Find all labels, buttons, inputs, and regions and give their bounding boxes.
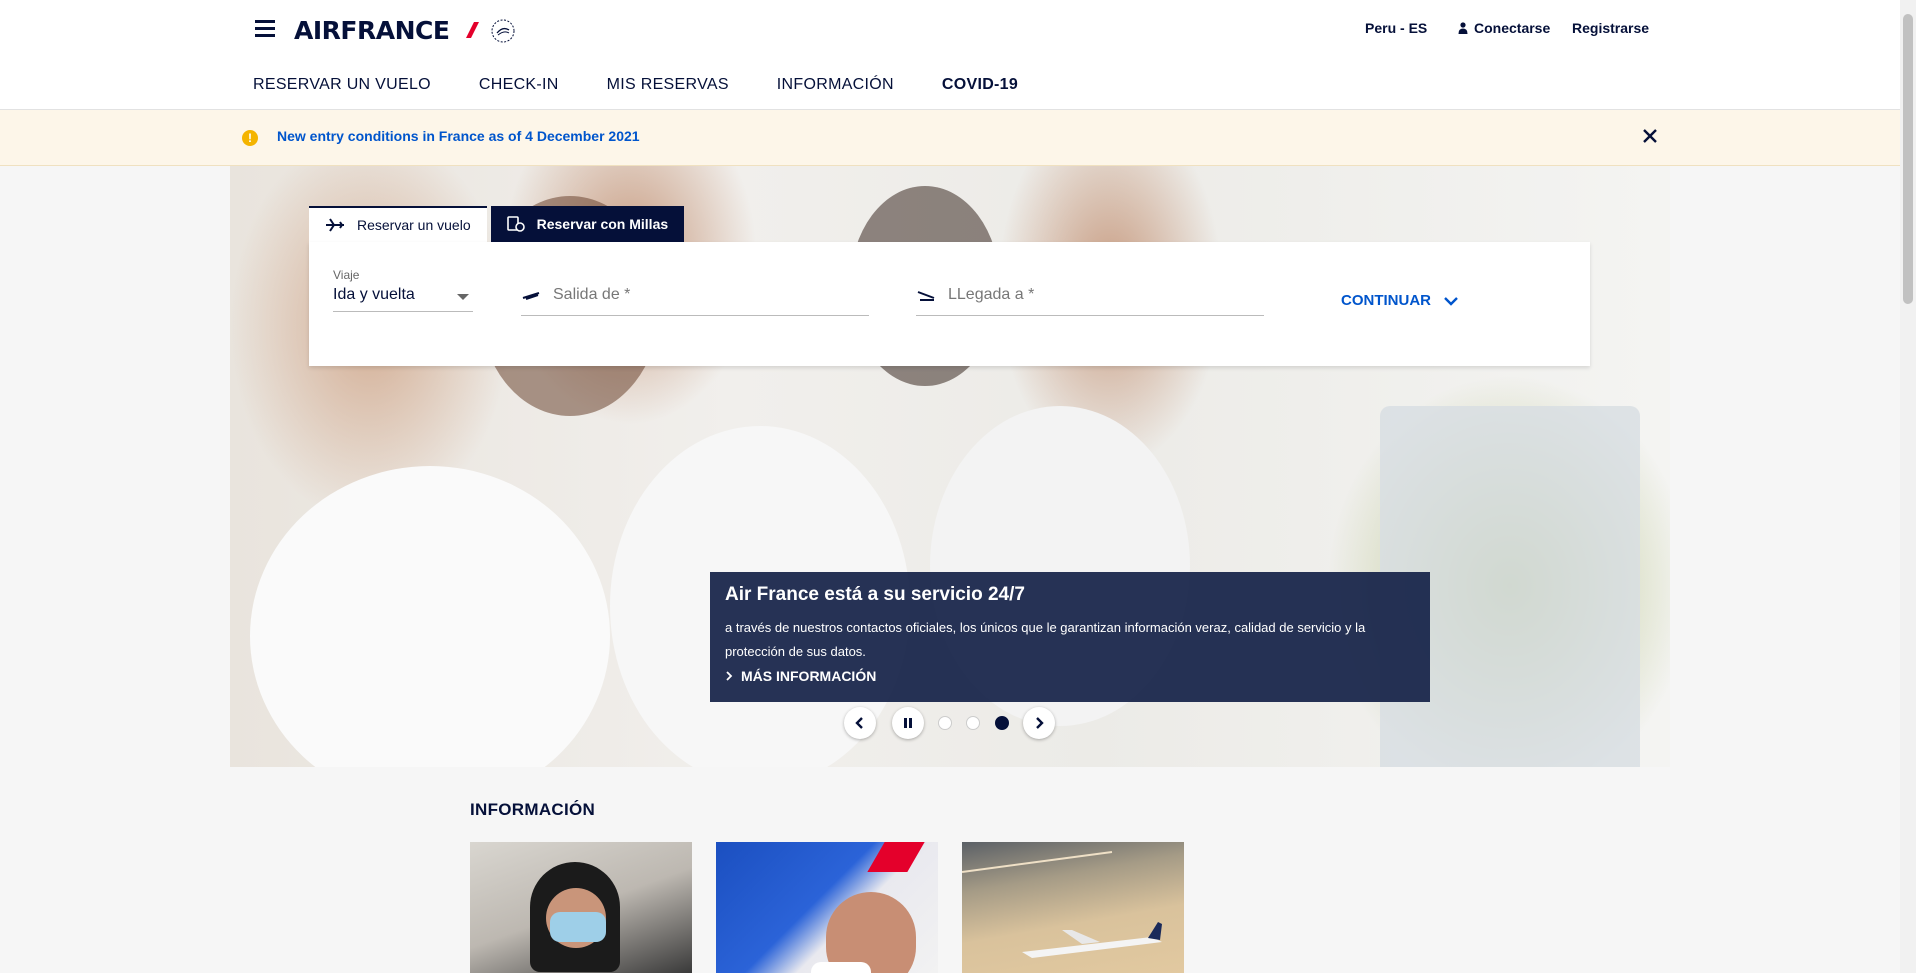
tab-book-flight[interactable]: Reservar un vuelo [309, 206, 487, 242]
trip-type-value: Ida y vuelta [333, 286, 415, 303]
info-card-plane[interactable] [962, 842, 1184, 973]
info-section-title: INFORMACIÓN [470, 800, 596, 819]
site-header: AIRFRANCE Peru - ES Conectarse Registrar… [0, 0, 1900, 110]
alert-banner: ! New entry conditions in France as of 4… [0, 110, 1900, 166]
arrival-input[interactable]: LLegada a * [916, 286, 1264, 316]
promo-text: a través de nuestros contactos oficiales… [725, 620, 1366, 659]
info-card-mask[interactable] [470, 842, 692, 973]
nav-book-flight[interactable]: RESERVAR UN VUELO [253, 76, 431, 94]
airfrance-logo[interactable]: AIRFRANCE [294, 16, 450, 45]
departure-placeholder: Salida de * [553, 286, 631, 303]
caret-down-icon [457, 294, 469, 300]
skyteam-seal-icon [491, 19, 515, 43]
mask-shape [811, 962, 871, 973]
tab-book-flight-label: Reservar un vuelo [357, 217, 471, 233]
booking-tabs: Reservar un vuelo Reservar con Millas [309, 206, 685, 242]
brand-stripe [867, 842, 925, 872]
register-link[interactable]: Registrarse [1572, 20, 1649, 36]
chevron-right-icon [726, 671, 733, 681]
carousel-pause-button[interactable] [892, 707, 924, 739]
mask-shape [550, 912, 606, 942]
card-face [826, 892, 916, 973]
close-icon[interactable] [1640, 126, 1660, 146]
login-label: Conectarse [1474, 20, 1551, 36]
nav-information[interactable]: INFORMACIÓN [777, 76, 894, 94]
landing-icon [917, 291, 935, 301]
carousel-prev-button[interactable] [844, 707, 876, 739]
tab-book-miles[interactable]: Reservar con Millas [490, 206, 685, 242]
main-nav: RESERVAR UN VUELO CHECK-IN MIS RESERVAS … [253, 76, 1018, 94]
carousel-dot-1[interactable] [938, 716, 952, 730]
nav-my-bookings[interactable]: MIS RESERVAS [607, 76, 729, 94]
trip-label: Viaje [333, 268, 360, 282]
login-link[interactable]: Conectarse [1458, 20, 1550, 36]
logo-slash-icon [466, 22, 479, 38]
nav-covid[interactable]: COVID-19 [942, 76, 1018, 94]
continue-button[interactable]: CONTINUAR [1341, 292, 1459, 309]
trip-type-select[interactable]: Ida y vuelta [333, 286, 473, 312]
hero-shape [250, 466, 610, 767]
carousel-next-button[interactable] [1023, 707, 1055, 739]
menu-icon[interactable] [255, 20, 275, 38]
region-selector[interactable]: Peru - ES [1365, 20, 1427, 36]
booking-panel: Viaje Ida y vuelta Salida de * LLegada a… [309, 242, 1590, 366]
nav-check-in[interactable]: CHECK-IN [479, 76, 559, 94]
user-icon [1458, 22, 1468, 34]
plane-icon [326, 218, 344, 232]
promo-card: Air France está a su servicio 24/7 a tra… [710, 572, 1430, 702]
card-sign-graphic [726, 868, 732, 892]
more-info-label: MÁS INFORMACIÓN [741, 668, 877, 684]
chevron-left-icon [855, 717, 863, 729]
carousel-dot-3[interactable] [995, 716, 1009, 730]
chevron-down-icon [1444, 296, 1458, 306]
alert-link[interactable]: New entry conditions in France as of 4 D… [277, 128, 640, 144]
info-card-dropoff[interactable] [716, 842, 938, 973]
carousel-dot-2[interactable] [966, 716, 980, 730]
departure-input[interactable]: Salida de * [521, 286, 869, 316]
chevron-right-icon [1036, 717, 1044, 729]
arrival-placeholder: LLegada a * [948, 286, 1035, 303]
warning-icon: ! [242, 130, 258, 146]
pause-icon [904, 718, 912, 728]
continue-label: CONTINUAR [1341, 292, 1431, 309]
promo-title: Air France está a su servicio 24/7 [725, 584, 1025, 605]
more-info-link[interactable]: MÁS INFORMACIÓN [725, 668, 1415, 684]
airplane-image [962, 851, 1162, 958]
miles-icon [506, 216, 525, 232]
tab-book-miles-label: Reservar con Millas [536, 216, 669, 232]
page-scrollbar[interactable] [1900, 0, 1916, 973]
scrollbar-thumb[interactable] [1903, 14, 1913, 304]
takeoff-icon [522, 292, 540, 300]
